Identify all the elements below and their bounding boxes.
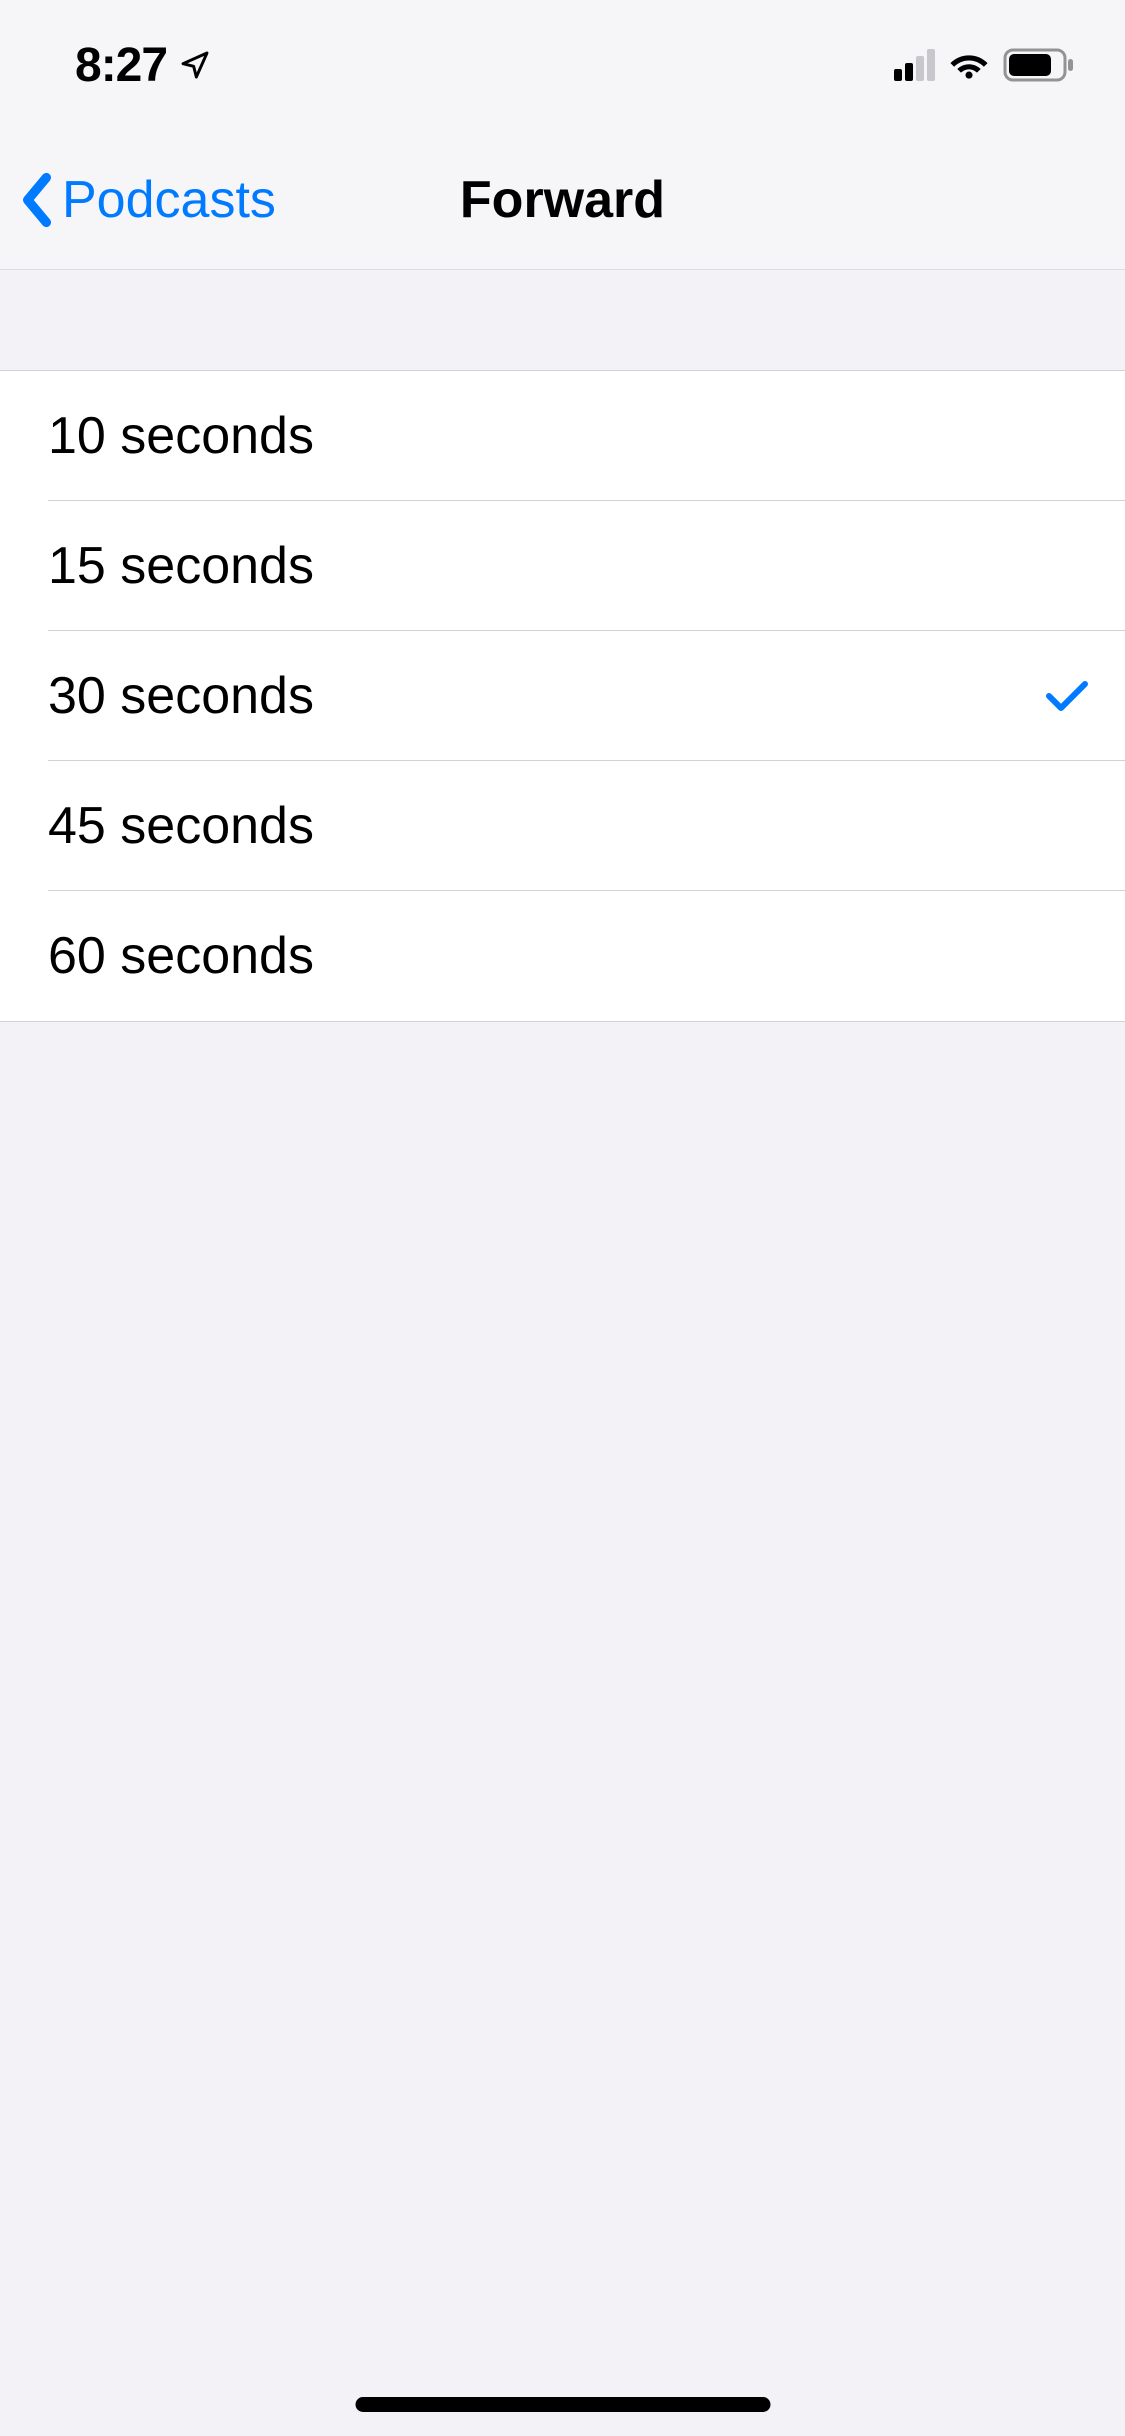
option-15-seconds[interactable]: 15 seconds [0,501,1125,631]
chevron-left-icon [18,172,56,228]
forward-options-list: 10 seconds 15 seconds 30 seconds 45 seco… [0,370,1125,1022]
status-left: 8:27 [75,38,211,93]
option-10-seconds[interactable]: 10 seconds [0,371,1125,501]
battery-icon [1003,48,1075,82]
status-bar: 8:27 [0,0,1125,130]
section-spacer [0,270,1125,370]
option-label: 10 seconds [48,406,314,466]
back-button[interactable]: Podcasts [18,170,276,230]
home-indicator[interactable] [355,2397,770,2412]
option-label: 30 seconds [48,666,314,726]
status-right [894,48,1075,82]
status-time: 8:27 [75,38,167,93]
navigation-bar: Podcasts Forward [0,130,1125,270]
option-30-seconds[interactable]: 30 seconds [0,631,1125,761]
location-icon [179,49,211,81]
option-label: 45 seconds [48,796,314,856]
checkmark-icon [1045,678,1089,714]
option-60-seconds[interactable]: 60 seconds [0,891,1125,1021]
wifi-icon [947,49,991,81]
option-label: 15 seconds [48,536,314,596]
option-45-seconds[interactable]: 45 seconds [0,761,1125,891]
option-label: 60 seconds [48,926,314,986]
cellular-signal-icon [894,49,935,81]
back-button-label: Podcasts [62,170,276,230]
